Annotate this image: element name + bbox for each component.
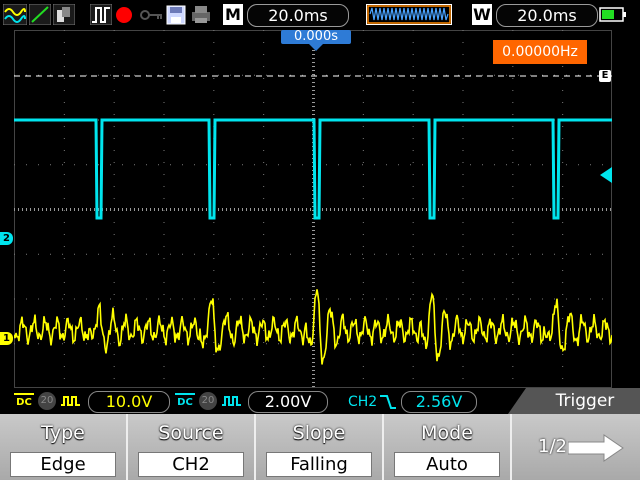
main-timebase-label: M [223, 4, 243, 25]
ch1-volts-per-div[interactable]: 10.0V [88, 391, 170, 413]
softkey-source-label: Source [158, 422, 224, 444]
softkey-next-page[interactable]: 1/2 [512, 414, 640, 480]
fft-icon[interactable] [53, 4, 75, 25]
softkey-slope[interactable]: Slope Falling [256, 414, 384, 480]
menu-title: Trigger [555, 391, 615, 411]
ch2-bandwidth-limit-icon[interactable]: 20 [199, 392, 217, 410]
softkey-slope-value: Falling [266, 452, 372, 477]
softkey-mode-label: Mode [421, 422, 473, 444]
trigger-level-arrow-icon[interactable] [600, 167, 612, 183]
trigger-position-arrow [309, 44, 323, 51]
falling-edge-icon [380, 395, 396, 409]
waveform-display[interactable]: 0.000s 0.00000Hz E [14, 30, 612, 388]
window-timebase-label: W [472, 4, 492, 25]
softkey-mode-value: Auto [394, 452, 500, 477]
ch1-trace [14, 289, 612, 365]
record-icon[interactable] [114, 4, 134, 25]
save-icon[interactable] [166, 4, 186, 25]
ch1-ground-marker[interactable]: 1 [0, 332, 13, 345]
ch1-coupling-icon[interactable]: DC [14, 393, 34, 411]
arrow-right-icon [568, 434, 624, 462]
battery-icon [599, 7, 626, 22]
channel-status-bar: DC 20 10.0V DC 20 2.00V CH2 2.56V Trigge… [0, 388, 640, 414]
window-timebase-value[interactable]: 20.0ms [496, 4, 598, 27]
softkey-slope-label: Slope [292, 422, 346, 444]
ch2-probe-icon[interactable] [221, 393, 243, 409]
ref-waveform-icon[interactable] [29, 4, 51, 25]
ch1-probe-icon[interactable] [60, 393, 82, 409]
trigger-level-value[interactable]: 2.56V [401, 391, 477, 413]
ch2-coupling-icon[interactable]: DC [175, 393, 195, 411]
softkey-menu: Type Edge Source CH2 Slope Falling Mode … [0, 414, 640, 480]
ch1-bandwidth-limit-icon[interactable]: 20 [38, 392, 56, 410]
key-icon [140, 10, 162, 20]
softkey-mode[interactable]: Mode Auto [384, 414, 512, 480]
waveform-math-icon[interactable] [3, 4, 27, 25]
waveform-canvas [14, 30, 612, 388]
pulse-icon[interactable] [90, 4, 112, 25]
timebase-value[interactable]: 20.0ms [247, 4, 349, 27]
softkey-type-value: Edge [10, 452, 116, 477]
trigger-source-label: CH2 [348, 394, 378, 410]
page-indicator: 1/2 [538, 436, 567, 457]
top-toolbar: M 20.0ms W 20.0ms [0, 0, 640, 30]
ch2-volts-per-div[interactable]: 2.00V [248, 391, 328, 413]
frequency-counter: 0.00000Hz [493, 40, 587, 64]
trigger-level-e-marker[interactable]: E [599, 70, 611, 82]
ch2-trace [14, 118, 612, 220]
softkey-source-value: CH2 [138, 452, 244, 477]
trigger-position-marker[interactable]: 0.000s [281, 30, 351, 44]
softkey-type[interactable]: Type Edge [0, 414, 128, 480]
ch2-ground-marker[interactable]: 2 [0, 232, 13, 245]
softkey-type-label: Type [41, 422, 85, 444]
waveform-overview-icon[interactable] [366, 4, 452, 25]
softkey-source[interactable]: Source CH2 [128, 414, 256, 480]
print-icon[interactable] [190, 4, 212, 25]
